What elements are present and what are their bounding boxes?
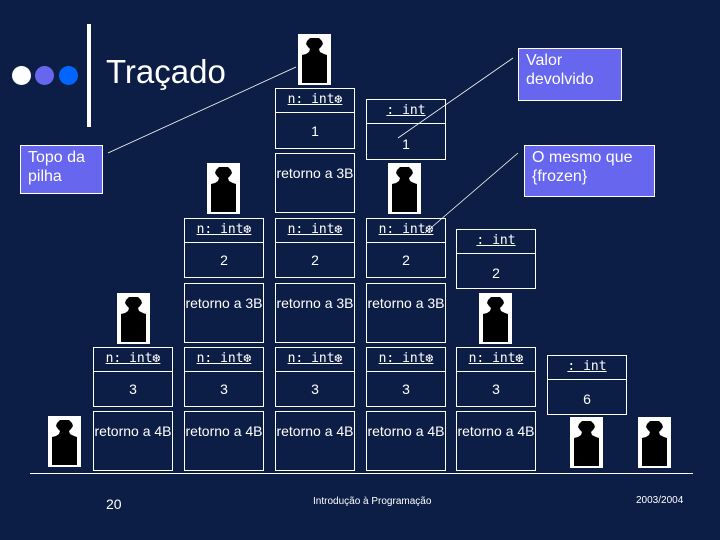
connector-top-of-stack (107, 66, 297, 154)
param-object-level3: n: int❆ 3 (366, 347, 446, 407)
person-silhouette-icon (570, 417, 603, 468)
param-label: n: int❆ (378, 351, 434, 366)
result-object-level2: : int 2 (456, 229, 536, 289)
param-label: n: int❆ (196, 351, 252, 366)
result-value: 2 (492, 265, 500, 281)
person-silhouette-icon (117, 293, 150, 344)
param-label: n: int❆ (287, 92, 343, 107)
result-object-level3: : int 6 (547, 355, 627, 415)
return-box-3b: retorno a 3B (184, 283, 264, 343)
page-number: 20 (106, 496, 122, 512)
param-value: 3 (129, 381, 137, 397)
param-value: 3 (311, 381, 319, 397)
param-object-level3: n: int❆ 3 (456, 347, 536, 407)
academic-year: 2003/2004 (636, 495, 684, 506)
result-label: : int (476, 233, 516, 248)
return-box-4b: retorno a 4B (275, 411, 355, 471)
param-value: 3 (220, 381, 228, 397)
param-object-level2: n: int❆ 2 (275, 218, 355, 278)
callout-same-as-frozen-text: O mesmo que {frozen} (532, 149, 633, 185)
callout-same-as-frozen: O mesmo que {frozen} (524, 145, 655, 197)
person-silhouette-icon (48, 416, 81, 467)
param-label: n: int❆ (287, 351, 343, 366)
person-silhouette-icon (298, 34, 331, 85)
param-label: n: int❆ (468, 351, 524, 366)
person-silhouette-icon (638, 417, 671, 468)
result-label: : int (386, 103, 426, 118)
param-object-level3: n: int❆ 3 (184, 347, 264, 407)
param-object-level3: n: int❆ 3 (93, 347, 173, 407)
param-label: n: int❆ (287, 222, 343, 237)
param-label: n: int❆ (196, 222, 252, 237)
param-value: 1 (311, 123, 319, 139)
return-box-3b: retorno a 3B (275, 153, 355, 213)
person-silhouette-icon (479, 293, 512, 344)
param-value: 2 (220, 252, 228, 268)
return-box-4b: retorno a 4B (184, 411, 264, 471)
param-object-level2: n: int❆ 2 (366, 218, 446, 278)
person-silhouette-icon (207, 163, 240, 214)
return-box-3b: retorno a 3B (366, 283, 446, 343)
result-value: 6 (583, 391, 591, 407)
param-object-level1: n: int❆ 1 (275, 88, 355, 149)
return-box-4b: retorno a 4B (456, 411, 536, 471)
param-value: 3 (402, 381, 410, 397)
callout-return-value-text: Valor devolvido (526, 52, 594, 88)
callout-return-value: Valor devolvido (518, 48, 622, 101)
course-name: Introdução à Programação (313, 496, 432, 507)
result-label: : int (567, 359, 607, 374)
param-value: 3 (492, 381, 500, 397)
footer-rule (30, 473, 693, 474)
param-value: 2 (311, 252, 319, 268)
person-silhouette-icon (388, 163, 421, 214)
result-object-level1: : int 1 (366, 99, 446, 160)
param-object-level2: n: int❆ 2 (184, 218, 264, 278)
return-box-3b: retorno a 3B (275, 283, 355, 343)
return-box-4b: retorno a 4B (366, 411, 446, 471)
return-box-4b: retorno a 4B (93, 411, 173, 471)
param-value: 2 (402, 252, 410, 268)
result-value: 1 (402, 136, 410, 152)
param-label: n: int❆ (105, 351, 161, 366)
callout-top-of-stack: Topo da pilha (20, 145, 103, 194)
callout-top-of-stack-text: Topo da pilha (28, 149, 85, 185)
param-label: n: int❆ (378, 222, 434, 237)
param-object-level3: n: int❆ 3 (275, 347, 355, 407)
